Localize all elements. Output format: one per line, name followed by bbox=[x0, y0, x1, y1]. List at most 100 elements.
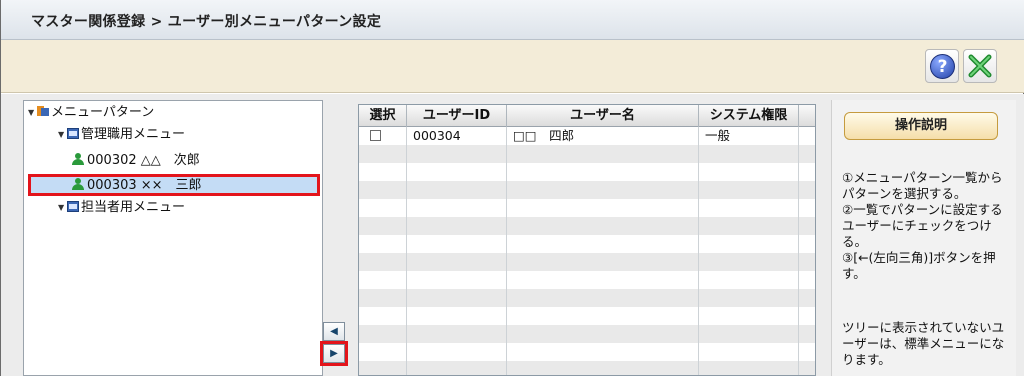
menu-pattern-tree: ▼ メニューパターン ▼ 管理職用メニュー 000302 △△ 次郎 000303 … bbox=[23, 100, 323, 376]
user-name-cell: □□ 四郎 bbox=[507, 127, 699, 145]
select-cell bbox=[359, 271, 407, 289]
user-name-cell bbox=[507, 361, 699, 375]
expand-arrow-icon[interactable]: ▼ bbox=[58, 125, 67, 144]
help-icon: ? bbox=[930, 54, 955, 79]
column-header-user-name[interactable]: ユーザー名 bbox=[507, 105, 699, 127]
menu-folder-icon bbox=[67, 201, 79, 212]
row-checkbox[interactable] bbox=[370, 130, 381, 141]
select-cell bbox=[359, 199, 407, 217]
select-cell bbox=[359, 343, 407, 361]
select-cell bbox=[359, 145, 407, 163]
help-button[interactable]: ? bbox=[925, 49, 959, 83]
user-grid: 選択 ユーザーID ユーザー名 システム権限 000304 □□ 四郎 一般 bbox=[358, 104, 816, 376]
authority-cell bbox=[699, 361, 799, 375]
empty-row bbox=[359, 271, 815, 289]
expand-arrow-icon[interactable]: ▼ bbox=[58, 198, 67, 217]
menu-pattern-icon bbox=[37, 105, 49, 117]
tree-user-label: 000302 △△ 次郎 bbox=[87, 153, 200, 168]
authority-cell bbox=[699, 253, 799, 271]
user-id-cell bbox=[407, 307, 507, 325]
empty-row bbox=[359, 289, 815, 307]
close-button[interactable] bbox=[963, 49, 997, 83]
empty-row bbox=[359, 343, 815, 361]
selection-highlight bbox=[28, 174, 320, 196]
user-name-cell bbox=[507, 163, 699, 181]
authority-cell bbox=[699, 271, 799, 289]
select-cell bbox=[359, 307, 407, 325]
operation-guide-button[interactable]: 操作説明 bbox=[844, 112, 998, 140]
user-id-cell bbox=[407, 163, 507, 181]
column-header-select[interactable]: 選択 bbox=[359, 105, 407, 127]
select-cell bbox=[359, 289, 407, 307]
user-icon bbox=[72, 153, 84, 165]
move-left-button[interactable]: ◀ bbox=[323, 322, 345, 341]
authority-cell bbox=[699, 289, 799, 307]
user-id-cell bbox=[407, 343, 507, 361]
user-name-cell bbox=[507, 199, 699, 217]
authority-cell bbox=[699, 181, 799, 199]
authority-cell bbox=[699, 235, 799, 253]
empty-row bbox=[359, 235, 815, 253]
authority-cell bbox=[699, 145, 799, 163]
user-name-cell bbox=[507, 253, 699, 271]
user-id-cell bbox=[407, 271, 507, 289]
user-id-cell bbox=[407, 253, 507, 271]
page-title: マスター関係登録 > ユーザー別メニューパターン設定 bbox=[31, 14, 382, 30]
authority-cell bbox=[699, 217, 799, 235]
authority-cell bbox=[699, 199, 799, 217]
user-name-cell bbox=[507, 289, 699, 307]
user-id-cell bbox=[407, 181, 507, 199]
tree-root-label: メニューパターン bbox=[51, 105, 155, 120]
user-name-cell bbox=[507, 343, 699, 361]
button-highlight bbox=[320, 341, 348, 366]
user-name-cell bbox=[507, 325, 699, 343]
user-name-cell bbox=[507, 235, 699, 253]
user-name-cell bbox=[507, 181, 699, 199]
table-row[interactable]: 000304 □□ 四郎 一般 bbox=[359, 127, 815, 145]
empty-row bbox=[359, 145, 815, 163]
tree-group-manager[interactable]: ▼ 管理職用メニュー bbox=[58, 125, 185, 144]
close-icon bbox=[968, 54, 992, 78]
tree-group-label: 担当者用メニュー bbox=[81, 200, 186, 215]
column-header-user-id[interactable]: ユーザーID bbox=[407, 105, 507, 127]
window: マスター関係登録 > ユーザー別メニューパターン設定 ? ▼ メニューパターン ▼… bbox=[0, 0, 1024, 376]
empty-row bbox=[359, 253, 815, 271]
select-cell bbox=[359, 163, 407, 181]
user-id-cell bbox=[407, 289, 507, 307]
tree-root[interactable]: ▼ メニューパターン bbox=[28, 103, 154, 122]
title-bar: マスター関係登録 > ユーザー別メニューパターン設定 bbox=[1, 0, 1024, 40]
select-cell bbox=[359, 361, 407, 375]
authority-cell bbox=[699, 343, 799, 361]
tree-group-staff[interactable]: ▼ 担当者用メニュー bbox=[58, 198, 185, 217]
select-cell bbox=[359, 217, 407, 235]
tree-note-text: ツリーに表示されていないユーザーは、標準メニューになります。 bbox=[842, 320, 1005, 367]
user-id-cell: 000304 bbox=[407, 127, 507, 145]
column-header-authority[interactable]: システム権限 bbox=[699, 105, 799, 127]
authority-cell bbox=[699, 163, 799, 181]
grid-header: 選択 ユーザーID ユーザー名 システム権限 bbox=[359, 105, 815, 127]
empty-row bbox=[359, 163, 815, 181]
menu-folder-icon bbox=[67, 128, 79, 139]
grid-body: 000304 □□ 四郎 一般 bbox=[359, 127, 815, 375]
triangle-left-icon: ◀ bbox=[330, 326, 338, 337]
user-id-cell bbox=[407, 217, 507, 235]
user-name-cell bbox=[507, 271, 699, 289]
user-id-cell bbox=[407, 199, 507, 217]
instruction-text: ①メニューパターン一覧からパターンを選択する。 ②一覧でパターンに設定するユーザ… bbox=[842, 170, 1003, 281]
user-id-cell bbox=[407, 325, 507, 343]
select-cell bbox=[359, 235, 407, 253]
user-id-cell bbox=[407, 145, 507, 163]
expand-arrow-icon[interactable]: ▼ bbox=[28, 103, 37, 122]
toolbar: ? bbox=[1, 40, 1024, 93]
select-cell bbox=[359, 127, 407, 145]
select-cell bbox=[359, 181, 407, 199]
authority-cell bbox=[699, 307, 799, 325]
empty-row bbox=[359, 217, 815, 235]
user-id-cell bbox=[407, 235, 507, 253]
empty-row bbox=[359, 181, 815, 199]
empty-row bbox=[359, 307, 815, 325]
tree-user-000302[interactable]: 000302 △△ 次郎 bbox=[72, 151, 200, 170]
authority-cell: 一般 bbox=[699, 127, 799, 145]
select-cell bbox=[359, 253, 407, 271]
select-cell bbox=[359, 325, 407, 343]
